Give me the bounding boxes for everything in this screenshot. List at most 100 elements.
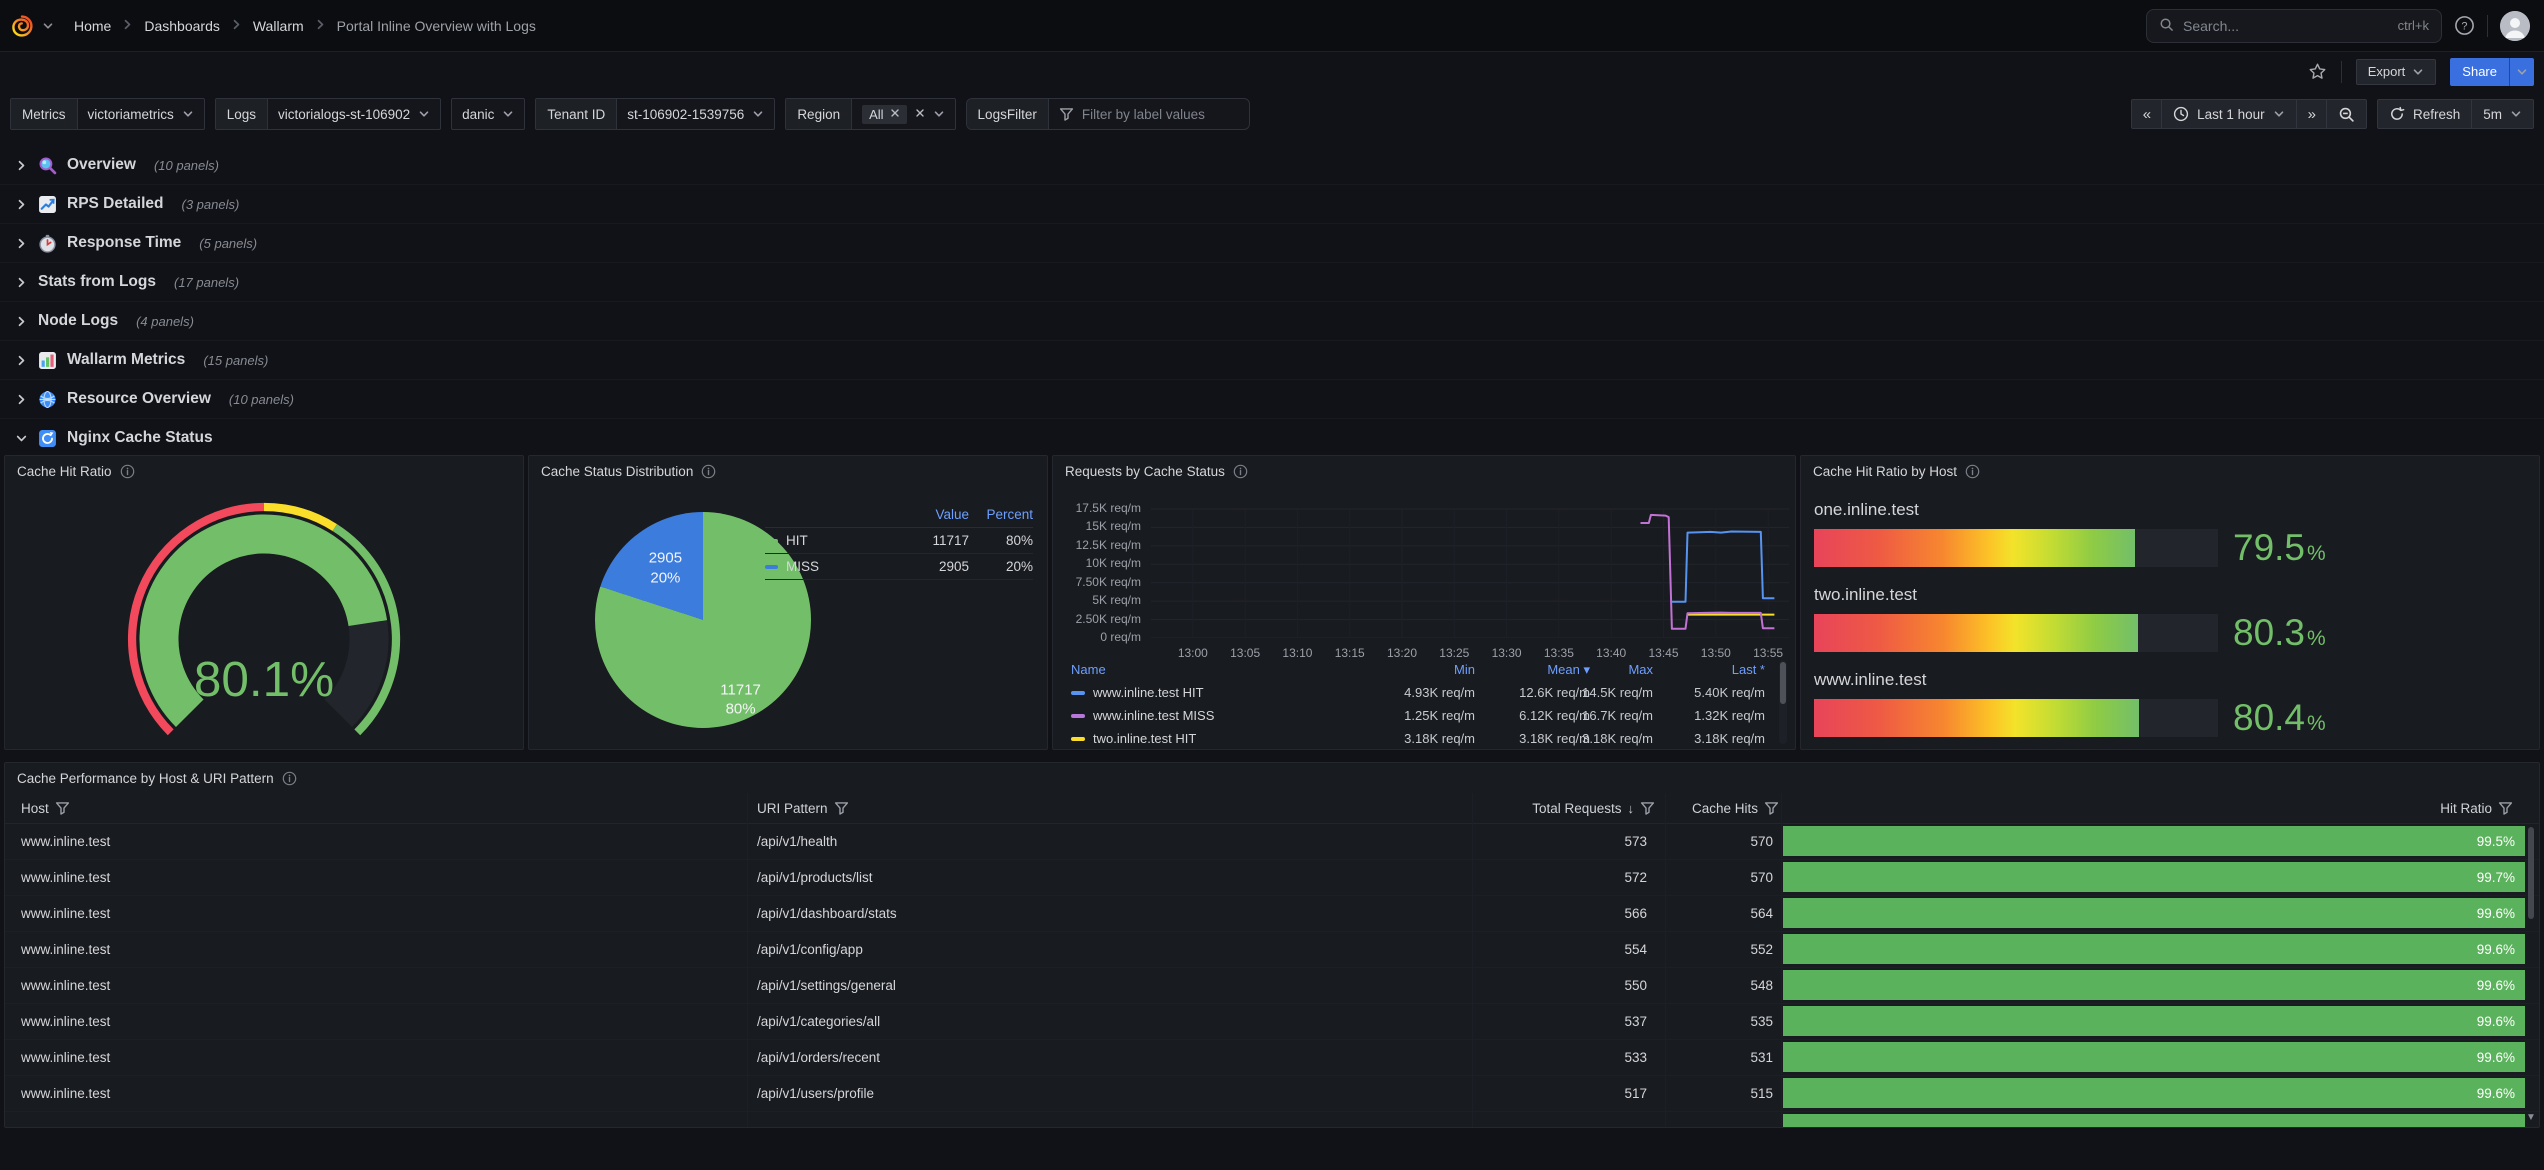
row-panel-count: (4 panels) xyxy=(136,314,194,329)
breadcrumb-item[interactable]: Wallarm xyxy=(253,18,304,34)
variable-logsfilter[interactable]: LogsFilterFilter by label values xyxy=(966,98,1250,130)
clear-all-icon[interactable] xyxy=(915,108,925,120)
search-input[interactable]: Search... ctrl+k xyxy=(2146,9,2442,43)
breadcrumb-item[interactable]: Dashboards xyxy=(144,18,220,34)
variable-danic[interactable]: danic xyxy=(451,98,525,130)
panel-title[interactable]: Cache Performance by Host & URI Pattern xyxy=(17,771,274,786)
table-row[interactable]: www.inline.test/api/v1/products/list5725… xyxy=(5,860,2539,896)
filter-funnel-icon[interactable] xyxy=(2498,801,2513,816)
star-icon[interactable] xyxy=(2308,62,2327,81)
filter-funnel-icon[interactable] xyxy=(1764,801,1779,816)
cell-hit-ratio-bar: 99.6% xyxy=(1783,970,2525,1000)
legend-series-name[interactable]: two.inline.test HIT xyxy=(1093,731,1196,746)
user-avatar[interactable] xyxy=(2500,11,2530,41)
refresh-interval-picker[interactable]: 5m xyxy=(2472,99,2534,129)
table-row[interactable]: www.inline.test/api/v1/users/profile5175… xyxy=(5,1076,2539,1112)
variable-value[interactable]: All xyxy=(852,99,954,129)
share-button[interactable]: Share xyxy=(2450,58,2534,86)
table-row[interactable]: www.inline.test/api/v1/dashboard/stats56… xyxy=(5,896,2539,932)
cell-hit-ratio-bar: 99.6% xyxy=(1783,934,2525,964)
dashboard-row-overview[interactable]: Overview(10 panels) xyxy=(0,146,2544,185)
dashboard-row-nginx-cache-status[interactable]: Nginx Cache Status xyxy=(0,419,2544,457)
dashboard-row-rps-detailed[interactable]: RPS Detailed(3 panels) xyxy=(0,185,2544,224)
variable-value[interactable]: st-106902-1539756 xyxy=(617,99,774,129)
variable-logs[interactable]: Logsvictorialogs-st-106902 xyxy=(215,98,441,130)
variable-value[interactable]: victorialogs-st-106902 xyxy=(268,99,440,129)
variable-value[interactable]: victoriametrics xyxy=(78,99,204,129)
table-row[interactable]: www.inline.test/api/v1/health57357099.5% xyxy=(5,824,2539,860)
table-row-partial xyxy=(5,1112,2539,1127)
legend-stat-header[interactable]: Max xyxy=(1628,662,1653,677)
selected-option-chip[interactable]: All xyxy=(862,105,906,124)
help-icon[interactable]: ? xyxy=(2454,15,2475,36)
table-row[interactable]: www.inline.test/api/v1/categories/all537… xyxy=(5,1004,2539,1040)
grafana-dashboard: HomeDashboardsWallarmPortal Inline Overv… xyxy=(0,0,2544,1170)
legend-scrollbar[interactable] xyxy=(1779,660,1787,744)
chevron-collapsed-icon xyxy=(15,354,28,367)
time-shift-back-button[interactable]: « xyxy=(2131,99,2162,129)
panel-title[interactable]: Cache Status Distribution xyxy=(541,464,693,479)
row-panel-count: (10 panels) xyxy=(154,158,219,173)
value-unit: % xyxy=(2307,712,2326,736)
bar-gauge-label: one.inline.test xyxy=(1814,500,1919,520)
variable-value[interactable]: Filter by label values xyxy=(1049,99,1249,129)
legend-series-name[interactable]: HIT xyxy=(765,533,895,548)
column-header-host[interactable]: Host xyxy=(21,793,70,823)
remove-option-icon[interactable] xyxy=(890,108,900,120)
table-row[interactable]: www.inline.test/api/v1/orders/recent5335… xyxy=(5,1040,2539,1076)
column-header-hit-ratio[interactable]: Hit Ratio xyxy=(2440,793,2513,823)
time-shift-forward-button[interactable]: » xyxy=(2297,99,2327,129)
zoom-out-button[interactable] xyxy=(2327,99,2367,129)
column-header-uri-pattern[interactable]: URI Pattern xyxy=(757,793,849,823)
legend-value-header[interactable]: Value xyxy=(895,507,969,522)
panel-title[interactable]: Cache Hit Ratio by Host xyxy=(1813,464,1957,479)
breadcrumb-item[interactable]: Home xyxy=(74,18,111,34)
scrollbar-thumb[interactable] xyxy=(1780,662,1786,704)
y-axis-tick-label: 12.5K req/m xyxy=(1053,538,1141,552)
legend-stat-header[interactable]: Last * xyxy=(1732,662,1765,677)
panel-title[interactable]: Cache Hit Ratio xyxy=(17,464,112,479)
table-row[interactable]: www.inline.test/api/v1/config/app5545529… xyxy=(5,932,2539,968)
legend-series-name[interactable]: www.inline.test MISS xyxy=(1093,708,1214,723)
export-button[interactable]: Export xyxy=(2356,59,2437,85)
variable-value[interactable]: danic xyxy=(452,99,524,129)
panel-title[interactable]: Requests by Cache Status xyxy=(1065,464,1225,479)
refresh-button[interactable]: Refresh xyxy=(2377,99,2472,129)
dashboard-row-node-logs[interactable]: Node Logs(4 panels) xyxy=(0,302,2544,341)
legend-stat-header[interactable]: Mean ▾ xyxy=(1547,662,1590,678)
pie-legend: ValuePercentHIT1171780%MISS290520% xyxy=(765,502,1033,580)
variable-region[interactable]: RegionAll xyxy=(785,98,955,130)
dashboard-row-stats-from-logs[interactable]: Stats from Logs(17 panels) xyxy=(0,263,2544,302)
table-row[interactable]: www.inline.test/api/v1/settings/general5… xyxy=(5,968,2539,1004)
filter-funnel-icon[interactable] xyxy=(1640,801,1655,816)
time-series-body: 0 req/m2.50K req/m5K req/m7.50K req/m10K… xyxy=(1053,486,1795,749)
legend-name-header[interactable]: Name xyxy=(1071,662,1106,677)
hit-ratio-value: 99.6% xyxy=(2477,942,2515,957)
dashboard-row-response-time[interactable]: Response Time(5 panels) xyxy=(0,224,2544,263)
variable-label: Logs xyxy=(216,99,268,129)
grafana-logo-icon[interactable] xyxy=(10,14,34,38)
column-header-cache-hits[interactable]: Cache Hits xyxy=(1692,793,1779,823)
legend-stat-header[interactable]: Min xyxy=(1454,662,1475,677)
legend-series-name[interactable]: www.inline.test HIT xyxy=(1093,685,1204,700)
time-range-picker[interactable]: Last 1 hour xyxy=(2162,99,2297,129)
table-scrollbar[interactable] xyxy=(2526,827,2536,1087)
dashboard-row-resource-overview[interactable]: Resource Overview(10 panels) xyxy=(0,380,2544,419)
legend-percent-header[interactable]: Percent xyxy=(969,507,1033,522)
filter-funnel-icon[interactable] xyxy=(55,801,70,816)
svg-text:?: ? xyxy=(2461,21,2467,33)
cell-total-requests: 566 xyxy=(1624,896,1647,931)
cell-host: www.inline.test xyxy=(21,896,110,931)
filter-funnel-icon[interactable] xyxy=(834,801,849,816)
info-icon xyxy=(1233,464,1248,479)
variable-tenant-id[interactable]: Tenant IDst-106902-1539756 xyxy=(535,98,775,130)
chevron-down-icon[interactable] xyxy=(42,20,54,32)
legend-series-name[interactable]: MISS xyxy=(765,559,895,574)
share-menu-chevron[interactable] xyxy=(2509,58,2534,86)
column-header-total-requests[interactable]: Total Requests↓ xyxy=(1532,793,1655,823)
scroll-down-arrow-icon[interactable]: ▼ xyxy=(2526,1112,2536,1123)
variable-metrics[interactable]: Metricsvictoriametrics xyxy=(10,98,205,130)
bar-gauge-body: one.inline.test79.5%two.inline.test80.3%… xyxy=(1801,486,2539,749)
dashboard-row-wallarm-metrics[interactable]: Wallarm Metrics(15 panels) xyxy=(0,341,2544,380)
hit-ratio-value: 99.6% xyxy=(2477,1050,2515,1065)
